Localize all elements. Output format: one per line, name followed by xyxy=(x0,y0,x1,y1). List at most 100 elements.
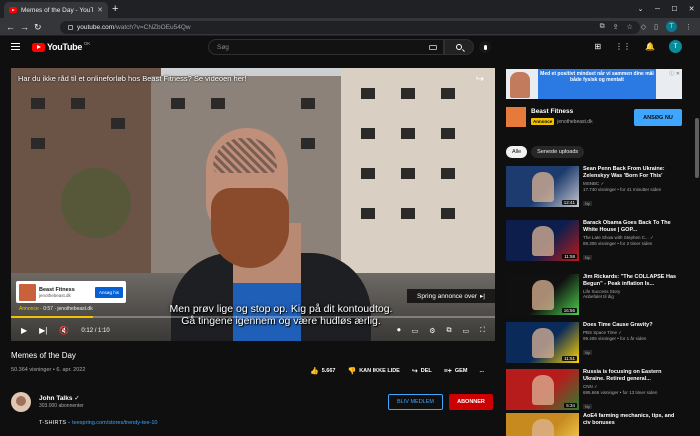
video-duration: 11:58 xyxy=(562,254,577,259)
recommendation-title[interactable]: Russia is focusing on Eastern Ukraine. R… xyxy=(583,369,682,383)
chip-all[interactable]: Alle xyxy=(506,146,528,158)
play-icon[interactable]: ▶ xyxy=(21,326,27,335)
recommendation-thumbnail[interactable] xyxy=(506,413,579,436)
recommendation-item[interactable]: 12:41 Sean Penn Back From Ukraine: Zelens… xyxy=(506,166,682,208)
recommendation-item[interactable]: 11:51 Does Time Cause Gravity? PBS Space T… xyxy=(506,322,682,364)
ad-close-icon[interactable]: ⓘ ✕ xyxy=(669,70,680,77)
chip-latest-uploads[interactable]: Seneste uploads xyxy=(531,146,585,158)
back-icon[interactable]: ← xyxy=(6,21,15,33)
recommendation-item[interactable]: 11:58 Barack Obama Goes Back To The White… xyxy=(506,220,682,262)
account-avatar[interactable]: T xyxy=(669,40,682,53)
recommendation-title[interactable]: Barack Obama Goes Back To The White Hous… xyxy=(583,220,682,234)
recommendation-title[interactable]: AoE4 farming mechanics, tips, and civ bo… xyxy=(583,413,682,427)
apps-grid-icon[interactable]: ⋮⋮ xyxy=(615,42,631,51)
reload-icon[interactable]: ↻ xyxy=(34,21,42,33)
close-window-button[interactable]: ✕ xyxy=(683,0,700,18)
share-arrow-icon[interactable]: ↪ xyxy=(476,74,484,85)
recommendation-item[interactable]: AoE4 farming mechanics, tips, and civ bo… xyxy=(506,413,682,436)
skip-ad-button[interactable]: Spring annonce over ▸| xyxy=(407,289,495,303)
recommendation-thumbnail[interactable]: 11:51 xyxy=(506,322,579,363)
sidepanel-icon[interactable]: ▯ xyxy=(654,23,658,31)
join-membership-button[interactable]: BLIV MEDLEM xyxy=(388,394,443,410)
recommendation-views: 17.740 visninger • for 41 minutter siden xyxy=(583,187,662,192)
profile-avatar[interactable]: T xyxy=(666,21,677,32)
search-button[interactable] xyxy=(444,39,474,55)
maximize-button[interactable]: ☐ xyxy=(666,0,683,18)
scrollbar-thumb[interactable] xyxy=(695,118,699,178)
forward-icon[interactable]: → xyxy=(20,21,29,33)
thumbs-down-icon: 👎 xyxy=(347,368,357,375)
page-scrollbar[interactable] xyxy=(694,58,700,436)
playlist-add-icon: ≡+ xyxy=(443,367,452,375)
hamburger-menu-icon[interactable] xyxy=(11,43,20,50)
share-page-icon[interactable]: ⇪ xyxy=(613,23,619,31)
video-player[interactable]: Har du ikke råd til et onlineforløb hos … xyxy=(11,68,495,341)
autoplay-toggle-icon[interactable]: ⏺ xyxy=(397,327,401,335)
progress-bar[interactable] xyxy=(11,316,495,318)
channel-name-text: John Talks xyxy=(39,395,73,402)
window-shape xyxy=(401,88,415,99)
channel-name[interactable]: John Talks ✓ xyxy=(39,394,80,402)
fullscreen-icon[interactable]: ⛶ xyxy=(480,327,485,335)
skip-next-icon: ▸| xyxy=(480,293,485,300)
url-text: youtube.com/watch?v=CNZbOEu54Qw xyxy=(77,24,191,31)
omnibox[interactable]: youtube.com/watch?v=CNZbOEu54Qw xyxy=(60,21,640,34)
tab-search-icon[interactable]: ⌄ xyxy=(632,0,649,18)
channel-avatar[interactable] xyxy=(11,392,31,412)
mute-icon[interactable]: 🔇 xyxy=(59,326,69,335)
video-duration: 5:34 xyxy=(564,403,577,408)
ad-card-button[interactable]: Ansøg his xyxy=(94,286,123,298)
video-title: Memes of the Day xyxy=(11,351,76,360)
recommendation-item[interactable]: 5:34 Russia is focusing on Eastern Ukrain… xyxy=(506,369,682,411)
window-shape xyxy=(401,168,415,179)
recommendation-info: AoE4 farming mechanics, tips, and civ bo… xyxy=(583,413,682,428)
tab-close-icon[interactable]: ✕ xyxy=(97,6,103,14)
ad-domain[interactable]: jenothebeast.dk xyxy=(57,306,92,312)
minimize-button[interactable]: ─ xyxy=(649,0,666,18)
thumbnail-figure xyxy=(532,172,554,202)
create-video-icon[interactable]: ⊞ xyxy=(594,42,601,51)
new-tab-button[interactable]: + xyxy=(112,3,118,15)
presenter-beard xyxy=(211,188,289,268)
save-button[interactable]: ≡+ GEM xyxy=(444,368,468,375)
recommendation-thumbnail[interactable]: 12:41 xyxy=(506,166,579,207)
extensions-icon[interactable]: ◇ xyxy=(641,23,646,31)
youtube-logo[interactable]: YouTube DK xyxy=(32,41,91,52)
theater-mode-icon[interactable]: ▭ xyxy=(462,327,469,335)
voice-search-button[interactable] xyxy=(479,41,491,53)
notifications-bell-icon[interactable]: 🔔 xyxy=(645,42,655,51)
search-input[interactable] xyxy=(217,43,397,51)
subtitles-icon[interactable]: ▭ xyxy=(412,327,419,335)
sidebar-ad-banner[interactable]: Med et positivt mindset når vi sammen di… xyxy=(506,69,682,99)
recommendation-title[interactable]: Jim Rickards: "The COLLAPSE Has Begun" -… xyxy=(583,274,682,288)
recommendation-title[interactable]: Sean Penn Back From Ukraine: Zelenskyy W… xyxy=(583,166,682,180)
recommendation-item[interactable]: 16:56 Jim Rickards: "The COLLAPSE Has Beg… xyxy=(506,274,682,316)
install-icon[interactable]: ⧉ xyxy=(600,23,605,31)
ad-video-title[interactable]: Har du ikke råd til et onlineforløb hos … xyxy=(18,74,246,83)
browser-menu-icon[interactable]: ⋮ xyxy=(685,23,692,31)
country-code: DK xyxy=(84,41,91,46)
settings-gear-icon[interactable]: ⚙ xyxy=(429,327,435,335)
ad-card-text: Beast Fitness jenothebeast.dk xyxy=(39,287,92,298)
like-button[interactable]: 👍 5.667 xyxy=(310,367,335,375)
ad-card[interactable]: Beast Fitness jenothebeast.dk Ansøg his xyxy=(16,281,126,303)
url-host: youtube.com xyxy=(77,24,115,31)
url-path: /watch?v=CNZbOEu54Qw xyxy=(114,24,191,31)
recommendation-info: Does Time Cause Gravity? PBS Space Time ✓… xyxy=(583,322,682,359)
recommendation-thumbnail[interactable]: 11:58 xyxy=(506,220,579,261)
recommendation-title[interactable]: Does Time Cause Gravity? xyxy=(583,322,682,329)
bookmark-star-icon[interactable]: ☆ xyxy=(626,23,632,31)
description-link[interactable]: teespring.com/stores/trendy-tee-10 xyxy=(72,420,157,426)
recommendation-thumbnail[interactable]: 16:56 xyxy=(506,274,579,315)
keyboard-icon[interactable] xyxy=(429,44,437,50)
miniplayer-icon[interactable]: ⧉ xyxy=(446,327,451,335)
dislike-button[interactable]: 👎 KAN IKKE LIDE xyxy=(347,367,399,375)
recommendation-thumbnail[interactable]: 5:34 xyxy=(506,369,579,410)
apply-now-button[interactable]: ANSØG NU xyxy=(634,109,682,126)
share-button[interactable]: ↪ DEL xyxy=(412,367,432,375)
next-icon[interactable]: ▶| xyxy=(39,326,47,335)
header-actions: ⊞ ⋮⋮ 🔔 T xyxy=(594,40,682,53)
subscribe-button[interactable]: ABONNER xyxy=(449,394,493,410)
browser-tab[interactable]: Memes of the Day - YouTube ✕ xyxy=(4,2,108,18)
more-actions-button[interactable]: ... xyxy=(479,368,484,374)
